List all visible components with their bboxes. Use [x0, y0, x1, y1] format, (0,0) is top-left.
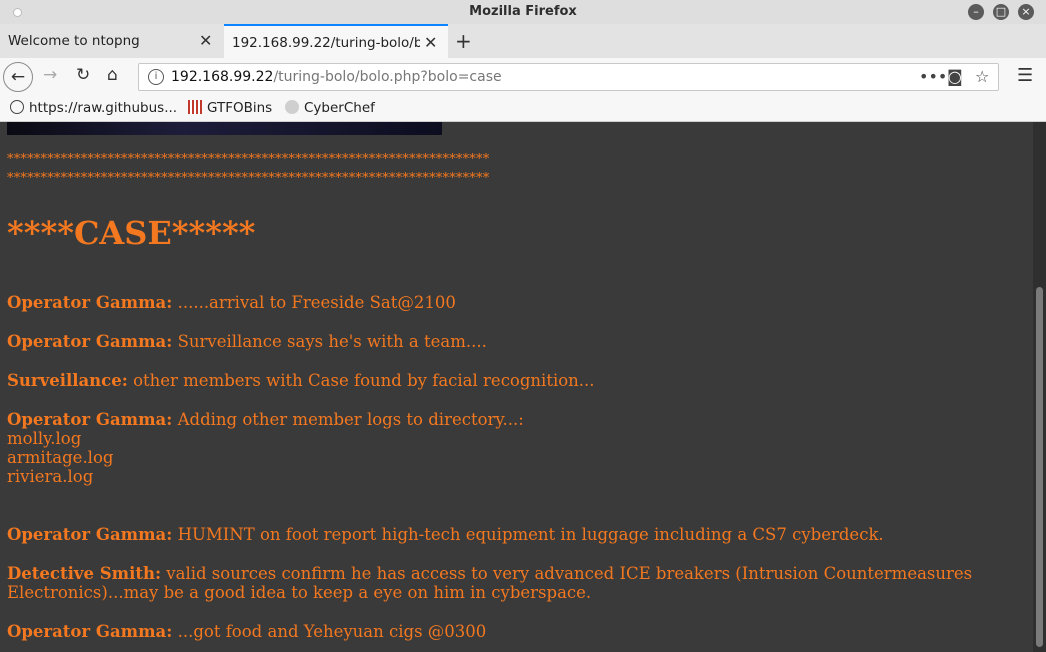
site-info-icon[interactable]: i: [148, 69, 164, 85]
scrollbar-thumb[interactable]: [1036, 287, 1043, 647]
message: ...got food and Yeheyuan cigs @0300: [172, 622, 487, 641]
message: valid sources confirm he has access to v…: [161, 564, 973, 583]
page-content: ****************************************…: [0, 122, 1033, 652]
bookmark-label: GTFOBins: [207, 100, 273, 116]
log-entry: Operator Gamma: Surveillance says he's w…: [7, 332, 487, 351]
speaker: Surveillance:: [7, 371, 128, 390]
stars-divider: ****************************************…: [7, 171, 490, 186]
window-titlebar: Mozilla Firefox – □ ×: [0, 0, 1046, 24]
bookmarks-toolbar: https://raw.githubus... GTFOBins CyberCh…: [0, 96, 1046, 122]
bookmark-label: CyberChef: [304, 100, 375, 116]
speaker: Operator Gamma:: [7, 293, 173, 312]
stars-divider: ****************************************…: [7, 152, 490, 167]
speaker: Detective Smith:: [7, 564, 162, 583]
log-entry: Operator Gamma: ......arrival to Freesid…: [7, 293, 456, 312]
page-scrollbar[interactable]: [1033, 122, 1046, 652]
page-heading: ****CASE*****: [7, 214, 256, 252]
speaker: Operator Gamma:: [7, 410, 173, 429]
close-tab-icon[interactable]: ✕: [424, 33, 437, 52]
home-icon[interactable]: ⌂: [107, 65, 118, 85]
message: HUMINT on foot report high-tech equipmen…: [172, 525, 884, 544]
globe-icon: [10, 100, 24, 114]
speaker: Operator Gamma:: [7, 332, 173, 351]
log-entry-continuation: Electronics)...may be a good idea to kee…: [7, 583, 592, 602]
message: Adding other member logs to directory...…: [172, 410, 524, 429]
url-path: /turing-bolo/bolo.php?bolo=case: [273, 69, 502, 85]
window-title: Mozilla Firefox: [469, 4, 577, 19]
forward-arrow-icon[interactable]: →: [43, 65, 57, 85]
bookmark-cyberchef[interactable]: CyberChef: [285, 100, 375, 116]
maximize-icon[interactable]: □: [993, 4, 1009, 20]
log-entry: Detective Smith: valid sources confirm h…: [7, 564, 972, 583]
log-file-name: armitage.log: [7, 448, 114, 467]
url-host: 192.168.99.22: [171, 69, 274, 85]
tab-ntopng[interactable]: Welcome to ntopng ✕: [0, 24, 222, 58]
bookmark-gtfobins[interactable]: GTFOBins: [188, 100, 272, 116]
log-entry: Operator Gamma: HUMINT on foot report hi…: [7, 525, 884, 544]
bookmark-github-raw[interactable]: https://raw.githubus...: [10, 100, 177, 116]
log-entry: Surveillance: other members with Case fo…: [7, 371, 595, 390]
gtfobins-icon: [188, 100, 202, 114]
new-tab-icon[interactable]: +: [455, 29, 472, 53]
url-text[interactable]: 192.168.99.22/turing-bolo/bolo.php?bolo=…: [171, 69, 502, 85]
tab-label: Welcome to ntopng: [8, 33, 140, 49]
message: ......arrival to Freeside Sat@2100: [172, 293, 456, 312]
message: other members with Case found by facial …: [127, 371, 595, 390]
tab-turing-bolo[interactable]: 192.168.99.22/turing-bolo/bo ✕: [224, 24, 448, 58]
tab-label: 192.168.99.22/turing-bolo/bo: [232, 35, 420, 51]
message: Surveillance says he's with a team....: [172, 332, 487, 351]
log-file-name: molly.log: [7, 429, 82, 448]
speaker: Operator Gamma:: [7, 525, 173, 544]
log-entry: Operator Gamma: ...got food and Yeheyuan…: [7, 622, 486, 641]
back-arrow-icon[interactable]: ←: [3, 62, 33, 92]
pocket-icon[interactable]: ◙: [947, 67, 963, 86]
hamburger-menu-icon[interactable]: ☰: [1017, 65, 1033, 86]
reload-icon[interactable]: ↻: [76, 65, 90, 85]
url-bar[interactable]: i 192.168.99.22/turing-bolo/bolo.php?bol…: [138, 63, 999, 91]
log-file-name: riviera.log: [7, 467, 94, 486]
navigation-toolbar: ← → ↻ ⌂ i 192.168.99.22/turing-bolo/bolo…: [0, 58, 1046, 96]
bookmark-label: https://raw.githubus...: [29, 100, 178, 116]
minimize-icon[interactable]: –: [968, 4, 984, 20]
speaker: Operator Gamma:: [7, 622, 173, 641]
log-entry: Operator Gamma: Adding other member logs…: [7, 410, 524, 429]
banner-image: [7, 122, 442, 135]
bookmark-star-icon[interactable]: ☆: [975, 67, 989, 86]
close-window-icon[interactable]: ×: [1018, 4, 1034, 20]
close-tab-icon[interactable]: ✕: [199, 31, 212, 50]
page-actions-icon[interactable]: •••: [919, 67, 947, 86]
cyberchef-icon: [285, 100, 299, 114]
tab-bar: Welcome to ntopng ✕ 192.168.99.22/turing…: [0, 24, 1046, 59]
